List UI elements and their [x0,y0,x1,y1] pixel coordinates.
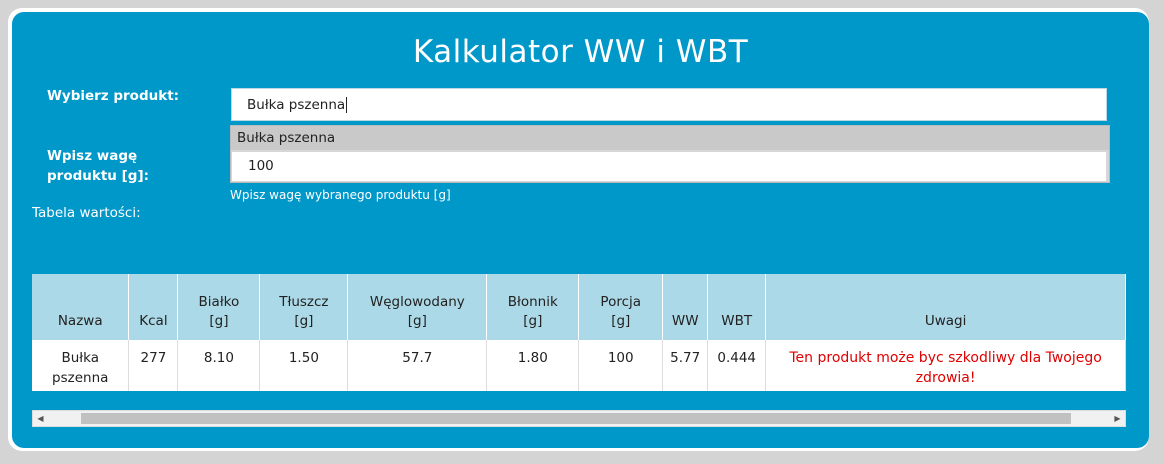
header-kcal: Kcal [128,274,179,340]
cell-bialko: 8.10 [177,340,261,391]
header-blonnik: Błonnik [g] [486,274,580,340]
product-label: Wybierz produkt: [47,88,180,104]
cell-porcja: 100 [578,340,664,391]
scrollbar-thumb[interactable] [81,413,1071,424]
page-title: Kalkulator WW i WBT [412,34,749,70]
cell-kcal: 277 [128,340,179,391]
dropdown-option[interactable]: Bułka pszenna [231,126,1109,150]
horizontal-scrollbar[interactable]: ◀ ▶ [32,410,1126,427]
values-table-container[interactable]: Nazwa Kcal Białko [g] Tłuszcz [g] Węglowod… [32,274,1126,391]
cell-weglowodany: 57.7 [347,340,488,391]
cell-tluszcz: 1.50 [259,340,349,391]
arrow-left-icon[interactable]: ◀ [33,411,48,426]
table-label: Tabela wartości: [32,205,141,221]
header-bialko: Białko [g] [177,274,261,340]
weight-hint: Wpisz wagę wybranego produktu [g] [230,188,451,202]
arrow-right-icon[interactable]: ▶ [1110,411,1125,426]
cell-blonnik: 1.80 [486,340,580,391]
product-input-value: Bułka pszenna [247,97,346,113]
cell-ww: 5.77 [662,340,709,391]
cell-wbt: 0.444 [707,340,767,391]
values-table: Nazwa Kcal Białko [g] Tłuszcz [g] Węglowod… [32,274,1126,391]
text-caret [346,97,348,113]
table-row: Bułka pszenna 277 8.10 1.50 57.7 1.80 10… [32,340,1126,391]
header-porcja: Porcja [g] [578,274,664,340]
cell-uwagi-warning: Ten produkt może byc szkodliwy dla Twoje… [765,340,1126,391]
weight-input[interactable]: 100 [232,152,1106,181]
header-tluszcz: Tłuszcz [g] [259,274,349,340]
header-weglowodany: Węglowodany [g] [347,274,488,340]
product-autocomplete-dropdown: Bułka pszenna 100 [230,125,1110,183]
cell-nazwa: Bułka pszenna [32,340,130,391]
weight-label: Wpisz wagę produktu [g]: [47,148,150,184]
calculator-panel: Kalkulator WW i WBT Wybierz produkt: Buł… [12,12,1149,448]
header-ww: WW [662,274,709,340]
table-header-row: Nazwa Kcal Białko [g] Tłuszcz [g] Węglowod… [32,274,1126,340]
header-uwagi: Uwagi [765,274,1126,340]
product-input[interactable]: Bułka pszenna [231,88,1107,121]
header-nazwa: Nazwa [32,274,130,340]
header-wbt: WBT [707,274,767,340]
